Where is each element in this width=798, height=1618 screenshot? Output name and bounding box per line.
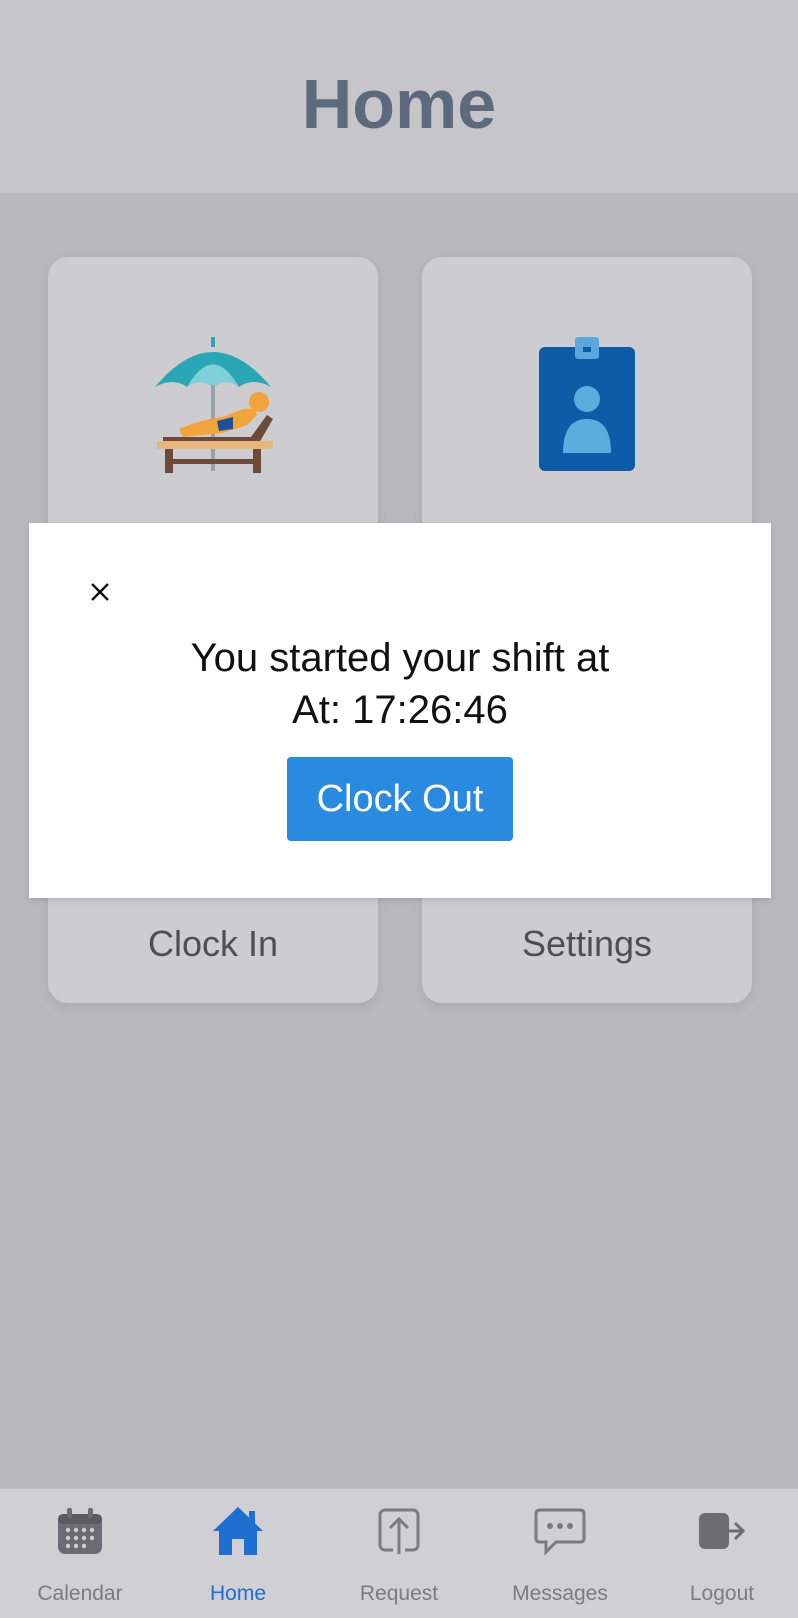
- close-icon[interactable]: [84, 576, 116, 608]
- shift-start-time: At: 17:26:46: [292, 688, 508, 732]
- tab-label-calendar: Calendar: [37, 1582, 123, 1605]
- tab-logout[interactable]: Logout: [642, 1489, 798, 1618]
- beach-umbrella-lounger-icon: [48, 337, 378, 477]
- clock-out-button[interactable]: Clock Out: [287, 757, 513, 841]
- clock-in-label: Clock In: [147, 923, 279, 964]
- tab-messages[interactable]: Messages: [480, 1489, 640, 1618]
- bottom-tab-bar: Calendar Home Request Messages Logout: [0, 1488, 798, 1618]
- tab-label-messages: Messages: [512, 1582, 608, 1605]
- upload-icon: [319, 1503, 479, 1559]
- settings-label: Settings: [521, 923, 653, 964]
- logout-icon: [642, 1503, 798, 1559]
- home-icon: [158, 1503, 318, 1559]
- tab-label-request: Request: [359, 1582, 439, 1605]
- id-badge-icon: [422, 337, 752, 477]
- tab-calendar[interactable]: Calendar: [0, 1489, 160, 1618]
- shift-message: You started your shift at: [190, 636, 610, 680]
- header-bar: Home: [0, 0, 798, 193]
- tab-label-home: Home: [209, 1582, 267, 1605]
- chat-icon: [480, 1503, 640, 1559]
- tab-request[interactable]: Request: [319, 1489, 479, 1618]
- tab-home[interactable]: Home: [158, 1489, 318, 1618]
- tab-label-logout: Logout: [689, 1582, 755, 1605]
- page-title: Home: [301, 65, 497, 143]
- calendar-icon: [0, 1503, 160, 1559]
